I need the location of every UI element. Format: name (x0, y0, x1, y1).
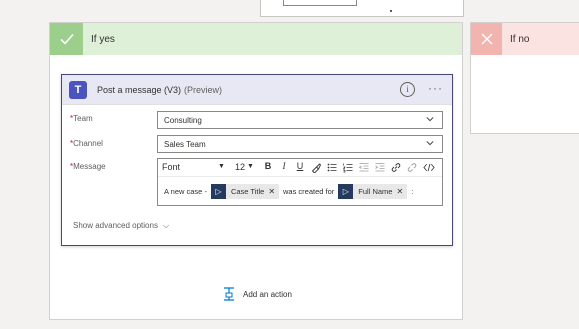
channel-select[interactable]: Sales Team (157, 135, 443, 153)
branch-if-no: If no (470, 22, 579, 134)
preview-badge: (Preview) (184, 84, 223, 95)
message-label: *Message (70, 162, 106, 171)
add-action-button[interactable]: Add an action (222, 287, 292, 301)
add-action-icon (224, 287, 234, 301)
increase-indent-icon[interactable] (374, 162, 386, 173)
card-header[interactable]: T Post a message (V3) (Preview) i ··· (62, 75, 452, 105)
chevron-down-icon (426, 141, 434, 146)
size-chevron-icon[interactable]: ▼ (247, 163, 254, 170)
info-icon[interactable]: i (400, 82, 415, 97)
font-select[interactable]: Font (162, 162, 180, 172)
chevron-down-icon (426, 117, 434, 122)
close-icon (471, 23, 502, 55)
font-chevron-icon[interactable]: ▼ (218, 163, 225, 170)
channel-label: *Channel (70, 139, 103, 148)
branch-no-title: If no (510, 33, 530, 45)
connector-dot (390, 10, 392, 12)
link-icon[interactable] (390, 162, 402, 173)
channel-value: Sales Team (164, 139, 206, 149)
team-select[interactable]: Consulting (157, 111, 443, 129)
code-view-icon[interactable] (423, 162, 435, 173)
remove-token-icon[interactable]: ✕ (268, 187, 279, 196)
underline-button[interactable]: U (294, 161, 306, 171)
message-content: A new case - ▷ Case Title ✕ was created … (164, 184, 413, 199)
decrease-indent-icon[interactable] (358, 162, 370, 173)
remove-token-icon[interactable]: ✕ (396, 187, 407, 196)
branch-yes-title: If yes (91, 33, 115, 45)
teams-icon: T (69, 80, 87, 99)
message-editor[interactable]: Font ▼ 12 ▼ B I U A new case - ▷ Case Ti… (157, 158, 443, 206)
italic-button[interactable]: I (278, 161, 290, 171)
message-prefix: A new case - (164, 187, 207, 196)
editor-toolbar: Font ▼ 12 ▼ B I U (158, 159, 442, 177)
bold-button[interactable]: B (262, 161, 274, 171)
message-suffix: : (411, 187, 414, 196)
team-label: *Team (70, 114, 93, 123)
show-advanced-options[interactable]: Show advanced options ⌵ (73, 221, 169, 231)
more-options-icon[interactable]: ··· (428, 81, 443, 95)
post-message-action-card: T Post a message (V3) (Preview) i ··· *T… (61, 74, 453, 246)
check-icon (50, 23, 83, 55)
unlink-icon[interactable] (406, 162, 418, 173)
branch-yes-header[interactable]: If yes (50, 23, 462, 55)
team-value: Consulting (164, 115, 202, 125)
branch-no-header[interactable]: If no (471, 23, 579, 55)
previous-action-inner (283, 0, 357, 6)
font-size-select[interactable]: 12 (235, 162, 245, 172)
dynamic-token-full-name[interactable]: ▷ Full Name ✕ (338, 184, 408, 199)
numbered-list-icon[interactable] (342, 162, 354, 173)
bulleted-list-icon[interactable] (326, 162, 338, 173)
dynamic-token-case-title[interactable]: ▷ Case Title ✕ (210, 184, 280, 199)
add-action-label: Add an action (243, 289, 292, 299)
dynamics-icon: ▷ (338, 184, 354, 199)
card-title: Post a message (V3) (97, 84, 182, 95)
chevron-down-icon: ⌵ (162, 221, 170, 230)
dynamics-icon: ▷ (210, 184, 226, 199)
message-middle: was created for (283, 187, 335, 196)
highlighter-icon[interactable] (310, 162, 322, 173)
